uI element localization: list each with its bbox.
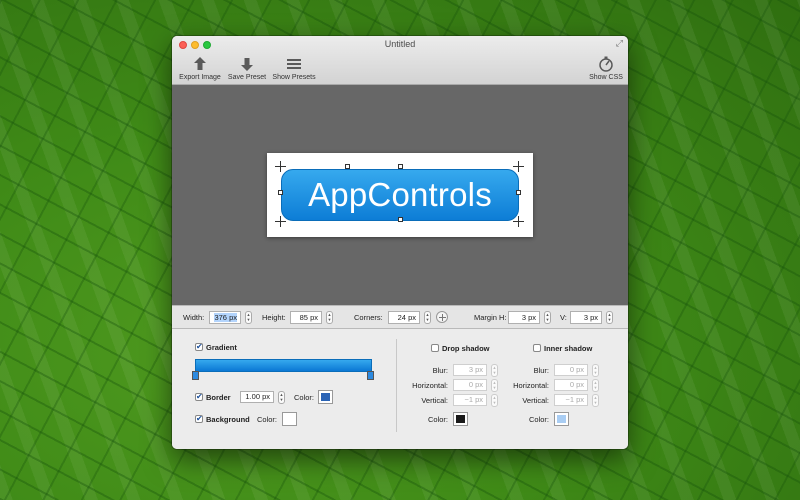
width-label: Width:: [183, 313, 205, 322]
margin-v-label: V:: [560, 313, 567, 322]
height-stepper[interactable]: ▲ ▼: [326, 311, 333, 324]
dimensions-bar: Width: 376 px ▲ ▼ Height: 85 px ▲ ▼ Corner…: [172, 305, 628, 329]
gradient-stop-left[interactable]: [192, 371, 199, 380]
inner-blur-input[interactable]: 0 px: [554, 364, 588, 376]
resize-handle[interactable]: [516, 190, 521, 195]
inner-shadow-label: Inner shadow: [544, 344, 593, 353]
save-preset-label: Save Preset: [227, 74, 267, 81]
drop-color-label: Color:: [427, 415, 448, 424]
background-color-label: Color:: [257, 415, 278, 424]
gradient-stop-right[interactable]: [367, 371, 374, 380]
margin-h-label: Margin H:: [474, 313, 507, 322]
width-stepper[interactable]: ▲ ▼: [245, 311, 252, 324]
drop-vertical-input[interactable]: −1 px: [453, 394, 487, 406]
margin-h-input[interactable]: 3 px: [508, 311, 540, 324]
inner-color-fill: [557, 415, 566, 423]
margin-v-stepper[interactable]: ▲ ▼: [606, 311, 613, 324]
show-presets-label: Show Presets: [272, 74, 316, 81]
compass-icon: [598, 56, 614, 72]
show-css-button[interactable]: Show CSS: [588, 56, 624, 81]
border-label: Border: [206, 393, 231, 402]
panel-divider: [396, 339, 397, 432]
save-preset-button[interactable]: Save Preset: [227, 56, 267, 81]
inner-horizontal-stepper[interactable]: ▲ ▼: [592, 379, 599, 392]
drop-vertical-stepper[interactable]: ▲ ▼: [491, 394, 498, 407]
resize-handle[interactable]: [278, 190, 283, 195]
preview-canvas: AppControls: [172, 85, 628, 305]
corner-crosshair[interactable]: [275, 161, 286, 172]
show-css-label: Show CSS: [589, 74, 623, 81]
drop-blur-stepper[interactable]: ▲ ▼: [491, 364, 498, 377]
drop-color-well[interactable]: [453, 412, 468, 426]
resize-handle[interactable]: [398, 164, 403, 169]
inner-horizontal-input[interactable]: 0 px: [554, 379, 588, 391]
style-panel: ✔ Gradient ✔ Border 1.00 px ▲ ▼ Color: ✔ …: [172, 329, 628, 449]
inner-vertical-label: Vertical:: [522, 396, 549, 405]
drop-horizontal-label: Horizontal:: [412, 381, 448, 390]
height-input[interactable]: 85 px: [290, 311, 322, 324]
drop-blur-label: Blur:: [432, 366, 448, 375]
border-color-well[interactable]: [318, 390, 333, 404]
drop-blur-input[interactable]: 3 px: [453, 364, 487, 376]
arrow-down-icon: [241, 56, 253, 72]
export-image-label: Export Image: [179, 74, 221, 81]
preview-button[interactable]: AppControls: [281, 169, 519, 221]
gradient-label: Gradient: [206, 343, 237, 352]
border-color-fill: [321, 393, 330, 401]
fullscreen-icon[interactable]: ⤢: [616, 38, 623, 49]
border-width-stepper[interactable]: ▲ ▼: [278, 391, 285, 404]
app-window: Untitled ⤢ Export Image Save Preset Show…: [172, 36, 628, 449]
background-label: Background: [206, 415, 250, 424]
corner-crosshair[interactable]: [275, 216, 286, 227]
border-checkbox[interactable]: ✔: [195, 393, 203, 401]
drop-vertical-label: Vertical:: [421, 396, 448, 405]
border-color-label: Color:: [294, 393, 315, 402]
inner-blur-stepper[interactable]: ▲ ▼: [592, 364, 599, 377]
window-title: Untitled: [384, 39, 416, 49]
inner-vertical-stepper[interactable]: ▲ ▼: [592, 394, 599, 407]
resize-handle[interactable]: [345, 164, 350, 169]
inner-color-well[interactable]: [554, 412, 569, 426]
corner-grid-icon[interactable]: [436, 311, 448, 323]
window-toolbar: Untitled ⤢ Export Image Save Preset Show…: [172, 36, 628, 85]
corners-stepper[interactable]: ▲ ▼: [424, 311, 431, 324]
resize-handle[interactable]: [398, 217, 403, 222]
margin-v-input[interactable]: 3 px: [570, 311, 602, 324]
background-color-fill: [285, 415, 294, 423]
inner-color-label: Color:: [528, 415, 549, 424]
drop-shadow-label: Drop shadow: [442, 344, 490, 353]
list-icon: [287, 56, 301, 72]
gradient-bar[interactable]: [195, 359, 372, 372]
preview-card: AppControls: [267, 153, 533, 237]
drop-horizontal-stepper[interactable]: ▲ ▼: [491, 379, 498, 392]
gradient-checkbox[interactable]: ✔: [195, 343, 203, 351]
drop-horizontal-input[interactable]: 0 px: [453, 379, 487, 391]
export-image-button[interactable]: Export Image: [177, 56, 223, 81]
corners-label: Corners:: [354, 313, 383, 322]
drop-shadow-checkbox[interactable]: [431, 344, 439, 352]
background-checkbox[interactable]: ✔: [195, 415, 203, 423]
margin-h-stepper[interactable]: ▲ ▼: [544, 311, 551, 324]
corners-input[interactable]: 24 px: [388, 311, 420, 324]
inner-horizontal-label: Horizontal:: [513, 381, 549, 390]
corner-crosshair[interactable]: [513, 161, 524, 172]
corner-crosshair[interactable]: [513, 216, 524, 227]
inner-vertical-input[interactable]: −1 px: [554, 394, 588, 406]
width-value: 376 px: [214, 313, 237, 322]
background-color-well[interactable]: [282, 412, 297, 426]
arrow-up-icon: [194, 56, 206, 72]
show-presets-button[interactable]: Show Presets: [271, 56, 317, 81]
width-input[interactable]: 376 px: [209, 311, 241, 324]
height-label: Height:: [262, 313, 286, 322]
border-width-input[interactable]: 1.00 px: [240, 391, 274, 403]
drop-color-fill: [456, 415, 465, 423]
inner-shadow-checkbox[interactable]: [533, 344, 541, 352]
inner-blur-label: Blur:: [533, 366, 549, 375]
